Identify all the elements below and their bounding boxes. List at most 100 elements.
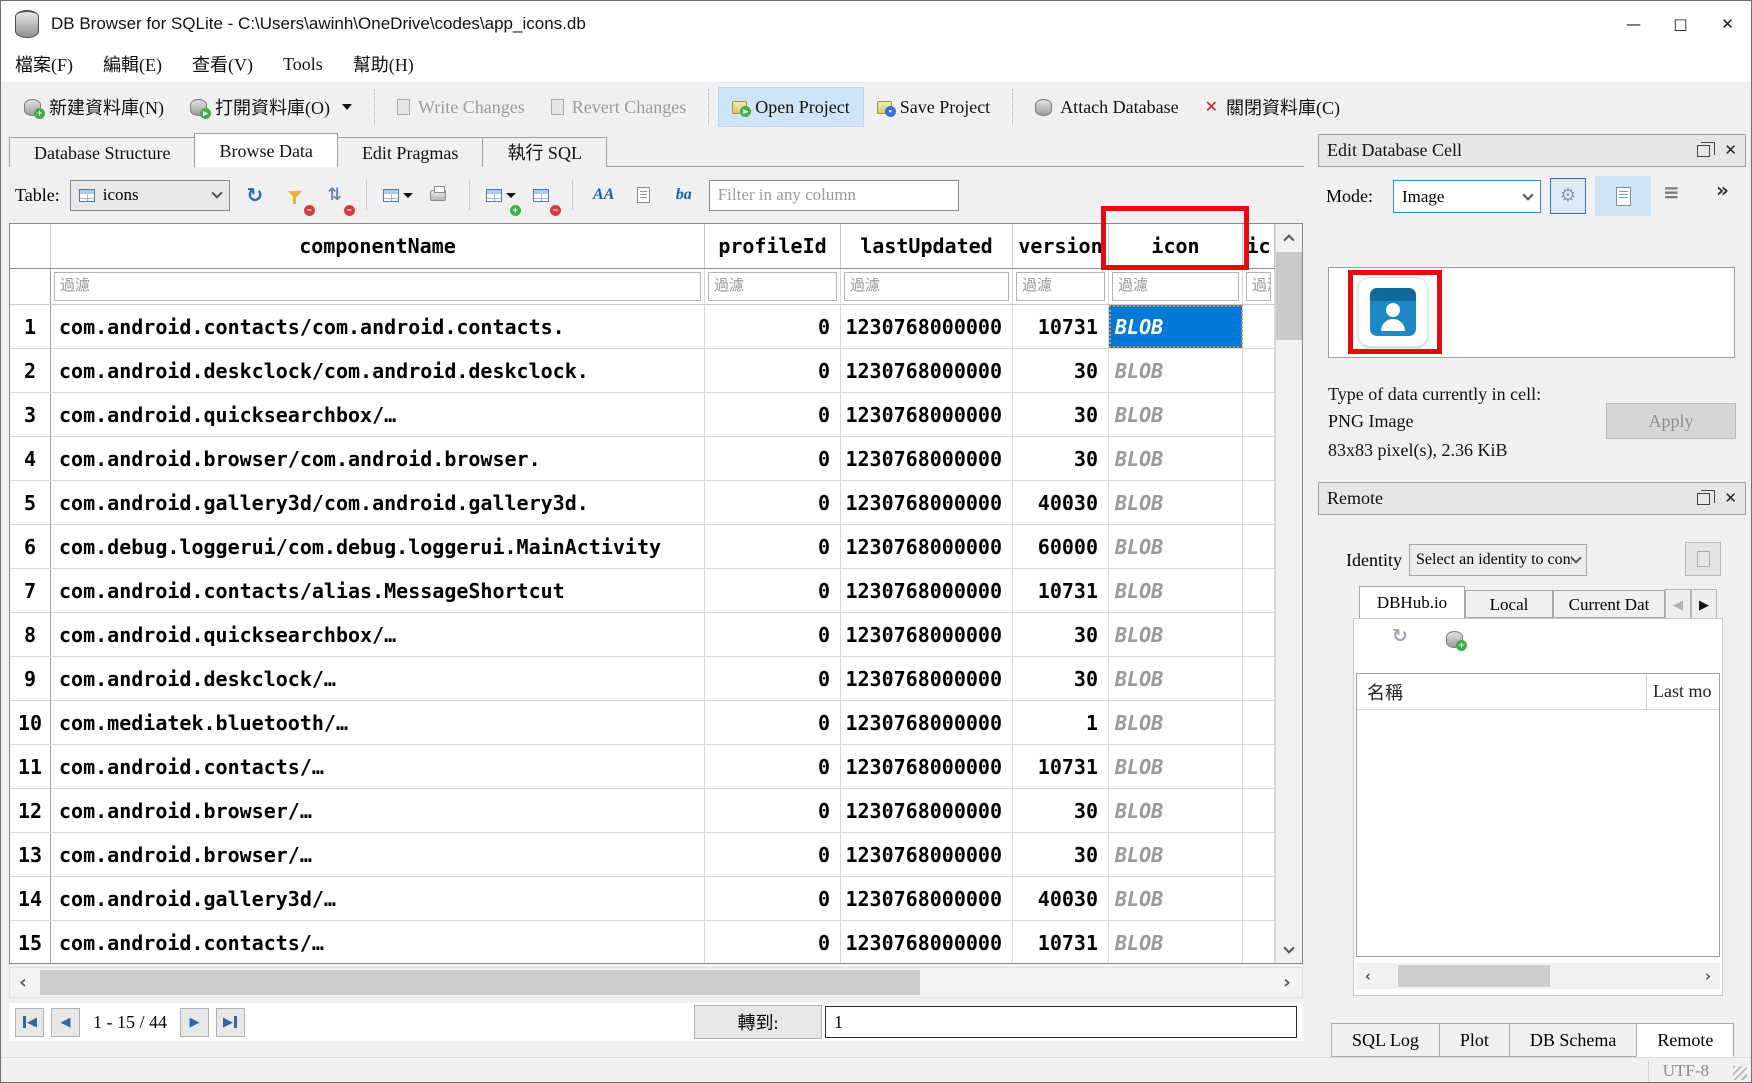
cell-componentName[interactable]: com.android.contacts/… (51, 921, 705, 964)
scroll-down-icon[interactable] (1276, 936, 1302, 963)
import-data-button[interactable]: ⚙ (1550, 178, 1586, 214)
font-button[interactable]: AA (589, 178, 619, 212)
save-table-dropdown-icon[interactable] (403, 193, 413, 198)
insert-record-dropdown-icon[interactable] (506, 193, 516, 198)
cell-profileId[interactable]: 0 (705, 745, 841, 788)
cell-extra[interactable] (1243, 613, 1275, 656)
filter-componentName-input[interactable] (54, 272, 701, 301)
cell-profileId[interactable]: 0 (705, 701, 841, 744)
cell-version[interactable]: 30 (1013, 657, 1109, 700)
row-number[interactable]: 9 (10, 657, 51, 700)
cell-componentName[interactable]: com.android.browser/… (51, 833, 705, 876)
clear-sorting-button[interactable]: ⇅− (320, 178, 350, 212)
filter-profileId-input[interactable] (708, 272, 837, 301)
row-number[interactable]: 14 (10, 877, 51, 920)
identity-select[interactable]: Select an identity to conne (1409, 544, 1587, 576)
cell-lastUpdated[interactable]: 1230768000000 (841, 657, 1013, 700)
scroll-right-icon[interactable]: › (1696, 963, 1720, 989)
cell-profileId[interactable]: 0 (705, 525, 841, 568)
dock-tab-plot[interactable]: Plot (1439, 1023, 1510, 1057)
cell-lastUpdated[interactable]: 1230768000000 (841, 613, 1013, 656)
scroll-left-icon[interactable]: ‹ (10, 967, 36, 998)
filter-version-input[interactable] (1016, 272, 1105, 301)
row-number[interactable]: 4 (10, 437, 51, 480)
cell-extra[interactable] (1243, 921, 1275, 964)
cell-componentName[interactable]: com.android.gallery3d/com.android.galler… (51, 481, 705, 524)
corner-header[interactable] (10, 224, 51, 268)
tab-database-structure[interactable]: Database Structure (9, 137, 195, 167)
overflow-chevrons-icon[interactable]: » (1716, 180, 1729, 200)
remote-horizontal-scrollbar[interactable]: ‹ › (1356, 963, 1720, 989)
remote-refresh-icon[interactable]: ↻ (1392, 627, 1408, 646)
cell-icon[interactable]: BLOB (1109, 481, 1243, 524)
refresh-button[interactable]: ↻ (240, 178, 270, 212)
cell-icon[interactable]: BLOB (1109, 393, 1243, 436)
cell-extra[interactable] (1243, 657, 1275, 700)
row-number[interactable]: 8 (10, 613, 51, 656)
open-project-button[interactable]: ▸ Open Project (718, 87, 863, 127)
remote-list-column-name[interactable]: 名稱 (1357, 679, 1646, 705)
tab-scroll-left-icon[interactable]: ◀ (1665, 589, 1691, 621)
cell-lastUpdated[interactable]: 1230768000000 (841, 569, 1013, 612)
word-wrap-icon[interactable]: ≡ (1663, 182, 1680, 202)
table-row[interactable]: 11 com.android.contacts/… 0 123076800000… (10, 745, 1275, 789)
cell-profileId[interactable]: 0 (705, 613, 841, 656)
cell-extra[interactable] (1243, 569, 1275, 612)
cell-profileId[interactable]: 0 (705, 789, 841, 832)
cell-icon[interactable]: BLOB (1109, 833, 1243, 876)
minimize-button[interactable]: — (1610, 1, 1657, 46)
save-table-button[interactable] (383, 178, 413, 212)
column-header-extra[interactable]: ic (1243, 224, 1275, 268)
cell-lastUpdated[interactable]: 1230768000000 (841, 921, 1013, 964)
scroll-up-icon[interactable] (1276, 224, 1302, 251)
cell-lastUpdated[interactable]: 1230768000000 (841, 305, 1013, 348)
cell-extra[interactable] (1243, 877, 1275, 920)
cell-extra[interactable] (1243, 437, 1275, 480)
print-button[interactable] (423, 178, 453, 212)
row-number[interactable]: 1 (10, 305, 51, 348)
cell-componentName[interactable]: com.android.quicksearchbox/… (51, 393, 705, 436)
cell-icon[interactable]: BLOB (1109, 569, 1243, 612)
cell-version[interactable]: 10731 (1013, 569, 1109, 612)
cell-lastUpdated[interactable]: 1230768000000 (841, 349, 1013, 392)
cell-icon[interactable]: BLOB (1109, 525, 1243, 568)
cell-version[interactable]: 60000 (1013, 525, 1109, 568)
cell-lastUpdated[interactable]: 1230768000000 (841, 525, 1013, 568)
cell-profileId[interactable]: 0 (705, 481, 841, 524)
cell-extra[interactable] (1243, 833, 1275, 876)
table-select[interactable]: icons (70, 180, 230, 211)
cell-lastUpdated[interactable]: 1230768000000 (841, 481, 1013, 524)
table-row[interactable]: 1 com.android.contacts/com.android.conta… (10, 305, 1275, 349)
cell-componentName[interactable]: com.android.quicksearchbox/… (51, 613, 705, 656)
remote-clone-database-icon[interactable]: + (1446, 631, 1463, 648)
menu-item-tools[interactable]: Tools (283, 54, 323, 75)
save-project-button[interactable]: ▪ Save Project (864, 87, 1003, 127)
table-row[interactable]: 12 com.android.browser/… 0 1230768000000… (10, 789, 1275, 833)
cell-extra[interactable] (1243, 701, 1275, 744)
cell-version[interactable]: 30 (1013, 789, 1109, 832)
cell-componentName[interactable]: com.android.contacts/com.android.contact… (51, 305, 705, 348)
table-row[interactable]: 10 com.mediatek.bluetooth/… 0 1230768000… (10, 701, 1275, 745)
remote-database-list[interactable]: 名稱 Last mo (1356, 673, 1720, 957)
column-header-profileId[interactable]: profileId (705, 224, 841, 268)
goto-record-input[interactable] (825, 1006, 1297, 1038)
close-button[interactable]: ✕ (1704, 1, 1751, 46)
cell-lastUpdated[interactable]: 1230768000000 (841, 393, 1013, 436)
cell-version[interactable]: 10731 (1013, 305, 1109, 348)
cell-extra[interactable] (1243, 481, 1275, 524)
table-row[interactable]: 5 com.android.gallery3d/com.android.gall… (10, 481, 1275, 525)
table-row[interactable]: 7 com.android.contacts/alias.MessageShor… (10, 569, 1275, 613)
clear-filters-button[interactable]: − (280, 178, 310, 212)
filter-icon-input[interactable] (1112, 272, 1239, 301)
dock-tab-remote[interactable]: Remote (1636, 1023, 1734, 1057)
row-number[interactable]: 2 (10, 349, 51, 392)
cell-version[interactable]: 30 (1013, 613, 1109, 656)
float-panel-icon[interactable] (1697, 493, 1710, 505)
row-number[interactable]: 10 (10, 701, 51, 744)
row-number[interactable]: 11 (10, 745, 51, 788)
cell-extra[interactable] (1243, 349, 1275, 392)
cell-profileId[interactable]: 0 (705, 833, 841, 876)
cell-componentName[interactable]: com.android.contacts/… (51, 745, 705, 788)
table-row[interactable]: 15 com.android.contacts/… 0 123076800000… (10, 921, 1275, 964)
mode-select[interactable]: Image (1393, 180, 1541, 213)
